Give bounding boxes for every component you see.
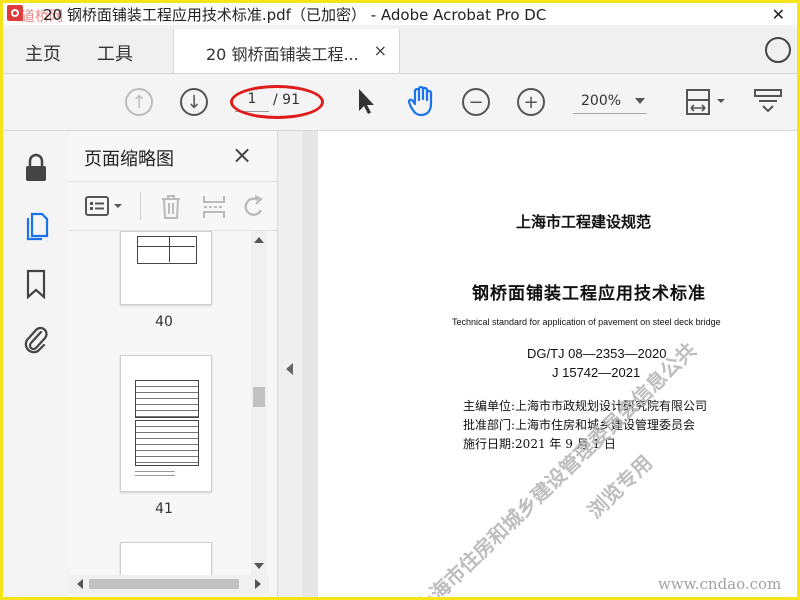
panel-collapse-bar[interactable] [278, 131, 302, 597]
document-title-english: Technical standard for application of pa… [452, 317, 721, 327]
page-thumbnails-icon[interactable] [24, 211, 50, 241]
thumbnail-list[interactable]: 40 41 [69, 231, 259, 575]
tab-row: 主页 工具 20 钢桥面铺装工程... × [3, 29, 797, 74]
document-record-number: J 15742—2021 [552, 365, 641, 380]
pdf-page: 上海市工程建设规范 钢桥面铺装工程应用技术标准 Technical standa… [318, 131, 797, 597]
acrobat-window: 道桥网 20 钢桥面铺装工程应用技术标准.pdf（已加密） - Adobe Ac… [0, 0, 800, 600]
red-highlight-oval [230, 85, 324, 119]
thumbnail-table-line [137, 246, 195, 247]
page-thumbnails-panel: 页面缩略图 × 40 41 [69, 131, 278, 597]
title-bar: 道桥网 20 钢桥面铺装工程应用技术标准.pdf（已加密） - Adobe Ac… [3, 3, 797, 25]
scroll-left-arrow-icon[interactable] [77, 579, 83, 589]
attachment-icon[interactable] [23, 324, 49, 354]
tab-home[interactable]: 主页 [25, 40, 61, 66]
tab-document[interactable]: 20 钢桥面铺装工程... × [173, 29, 400, 73]
panel-title: 页面缩略图 [84, 149, 174, 170]
bookmark-icon[interactable] [25, 269, 47, 299]
thumbnail-horizontal-scrollbar[interactable] [69, 575, 269, 593]
page-thumbnail-40[interactable] [120, 231, 212, 305]
thumbnail-table-line [169, 236, 170, 262]
thumbnail-vertical-scrollbar[interactable] [251, 231, 267, 575]
panel-toolbar [69, 181, 277, 231]
scrollbar-thumb[interactable] [253, 387, 265, 407]
chief-editor: 主编单位:上海市市政规划设计研究院有限公司 [463, 399, 708, 413]
navigation-rail [3, 131, 70, 597]
scroll-up-arrow-icon[interactable] [254, 237, 264, 243]
window-title: 20 钢桥面铺装工程应用技术标准.pdf（已加密） - Adobe Acroba… [43, 6, 547, 24]
site-watermark: www.cndao.com [658, 575, 782, 593]
fit-page-icon[interactable] [685, 86, 727, 118]
main-toolbar: ↑ ↓ 1 / 91 − + 200% [3, 74, 797, 131]
document-tab-label: 20 钢桥面铺装工程... [206, 45, 359, 64]
close-tab-icon[interactable]: × [374, 41, 387, 60]
page-thumbnail-41[interactable] [120, 355, 212, 492]
thumbnail-text-graphic [135, 468, 175, 478]
document-series: 上海市工程建设规范 [516, 213, 652, 231]
page-thumbnail-42[interactable] [120, 542, 212, 575]
zoom-out-icon[interactable]: − [462, 88, 490, 116]
window-close-icon[interactable]: ✕ [772, 5, 785, 24]
next-page-icon[interactable]: ↓ [180, 88, 208, 116]
scroll-right-arrow-icon[interactable] [255, 579, 261, 589]
thumbnail-table-graphic [135, 420, 199, 466]
zoom-level-value: 200% [581, 93, 622, 109]
insert-pages-icon[interactable] [201, 194, 227, 220]
collapse-panel-arrow-icon[interactable] [286, 363, 293, 375]
zoom-level-select[interactable]: 200% [573, 91, 647, 114]
previous-page-icon[interactable]: ↑ [125, 88, 153, 116]
thumbnail-options-icon[interactable] [85, 196, 125, 218]
thumbnail-table-graphic [137, 236, 197, 264]
chevron-down-icon [635, 98, 645, 104]
hand-tool-icon[interactable] [407, 85, 437, 117]
rotate-page-icon[interactable] [241, 194, 267, 220]
thumbnail-label: 41 [155, 501, 173, 517]
document-viewport[interactable]: 上海市工程建设规范 钢桥面铺装工程应用技术标准 Technical standa… [302, 131, 797, 597]
approval-department: 批准部门:上海市住房和城乡建设管理委员会 [463, 418, 696, 432]
help-icon[interactable] [765, 37, 791, 63]
thumbnail-table-graphic [135, 380, 199, 418]
read-mode-icon[interactable] [753, 86, 783, 116]
select-cursor-icon[interactable] [355, 87, 377, 115]
close-panel-icon[interactable]: × [232, 141, 252, 169]
zoom-in-icon[interactable]: + [517, 88, 545, 116]
document-code: DG/TJ 08—2353—2020 [527, 346, 667, 361]
tab-tools[interactable]: 工具 [97, 40, 133, 66]
lock-icon[interactable] [23, 153, 49, 183]
scroll-down-arrow-icon[interactable] [254, 563, 264, 569]
toolbar-divider [140, 192, 141, 220]
scrollbar-thumb[interactable] [89, 579, 239, 589]
delete-page-icon[interactable] [159, 194, 183, 220]
thumbnail-label: 40 [155, 314, 173, 330]
document-title: 钢桥面铺装工程应用技术标准 [472, 284, 706, 304]
